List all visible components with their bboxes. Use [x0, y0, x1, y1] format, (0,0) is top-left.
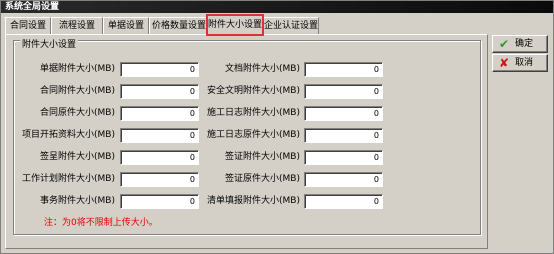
field-label: 项目开拓资料大小(MB) — [22, 130, 115, 140]
tab-enterprise-cert[interactable]: 企业认证设置 — [263, 17, 319, 34]
field-row: 签证附件大小(MB) — [204, 150, 384, 165]
petition-attachment-size-input[interactable] — [120, 150, 199, 165]
field-row: 合同原件大小(MB) — [20, 106, 199, 121]
field-row: 项目开拓资料大小(MB) — [20, 128, 199, 143]
ok-button-label: 确定 — [515, 39, 534, 49]
field-label: 清单填报附件大小(MB) — [207, 196, 300, 206]
note-text: 注：为0将不限制上传大小。 — [44, 218, 158, 228]
settings-window: 系统全局设置 合同设置 流程设置 单据设置 价格数量设置 附件大小设置 企业认证… — [0, 0, 554, 254]
field-label: 事务附件大小(MB) — [40, 196, 115, 206]
tab-price-quantity[interactable]: 价格数量设置 — [149, 17, 209, 34]
contract-original-size-input[interactable] — [120, 106, 199, 121]
attachment-size-group: 附件大小设置 单据附件大小(MB) 合同附件大小(MB) 合同原件大小(MB) … — [13, 40, 481, 235]
field-row: 施工日志附件大小(MB) — [204, 106, 384, 121]
field-row: 工作计划附件大小(MB) — [20, 172, 199, 187]
field-label: 合同原件大小(MB) — [40, 108, 115, 118]
field-label: 签证原件大小(MB) — [225, 174, 300, 184]
affair-attachment-size-input[interactable] — [120, 194, 199, 209]
project-material-size-input[interactable] — [120, 128, 199, 143]
field-label: 签证附件大小(MB) — [225, 152, 300, 162]
field-label: 签呈附件大小(MB) — [40, 152, 115, 162]
x-icon: ✘ — [498, 56, 510, 70]
tab-attachment-size[interactable]: 附件大小设置 — [206, 14, 264, 36]
field-row: 合同附件大小(MB) — [20, 84, 199, 99]
cancel-button-label: 取消 — [515, 58, 534, 68]
work-plan-attachment-size-input[interactable] — [120, 172, 199, 187]
field-row: 签证原件大小(MB) — [204, 172, 384, 187]
check-icon: ✔ — [498, 37, 510, 51]
field-row: 签呈附件大小(MB) — [20, 150, 199, 165]
field-row: 安全文明附件大小(MB) — [204, 84, 384, 99]
visa-attachment-size-input[interactable] — [304, 150, 383, 165]
tab-document[interactable]: 单据设置 — [103, 17, 149, 34]
group-title: 附件大小设置 — [20, 40, 79, 50]
ok-button[interactable]: ✔ 确定 — [492, 35, 548, 53]
field-row: 施工日志原件大小(MB) — [204, 128, 384, 143]
bill-attachment-size-input[interactable] — [304, 194, 383, 209]
field-row: 单据附件大小(MB) — [20, 62, 199, 77]
doc-attachment-size-input[interactable] — [120, 62, 199, 77]
contract-attachment-size-input[interactable] — [120, 84, 199, 99]
cancel-button[interactable]: ✘ 取消 — [492, 54, 548, 72]
field-row: 事务附件大小(MB) — [20, 194, 199, 209]
field-label: 安全文明附件大小(MB) — [207, 86, 300, 96]
safety-attachment-size-input[interactable] — [304, 84, 383, 99]
field-row: 文档附件大小(MB) — [204, 62, 384, 77]
field-row: 清单填报附件大小(MB) — [204, 194, 384, 209]
window-title: 系统全局设置 — [1, 1, 553, 13]
construction-log-original-size-input[interactable] — [304, 128, 383, 143]
construction-log-attachment-size-input[interactable] — [304, 106, 383, 121]
visa-original-size-input[interactable] — [304, 172, 383, 187]
field-label: 施工日志原件大小(MB) — [207, 130, 300, 140]
field-label: 单据附件大小(MB) — [40, 64, 115, 74]
field-label: 施工日志附件大小(MB) — [207, 108, 300, 118]
archive-attachment-size-input[interactable] — [304, 62, 383, 77]
tab-workflow[interactable]: 流程设置 — [51, 17, 103, 34]
field-label: 文档附件大小(MB) — [225, 64, 300, 74]
field-label: 工作计划附件大小(MB) — [22, 174, 115, 184]
tab-contract[interactable]: 合同设置 — [5, 17, 51, 34]
tab-panel: 附件大小设置 单据附件大小(MB) 合同附件大小(MB) 合同原件大小(MB) … — [5, 34, 488, 249]
field-label: 合同附件大小(MB) — [40, 86, 115, 96]
